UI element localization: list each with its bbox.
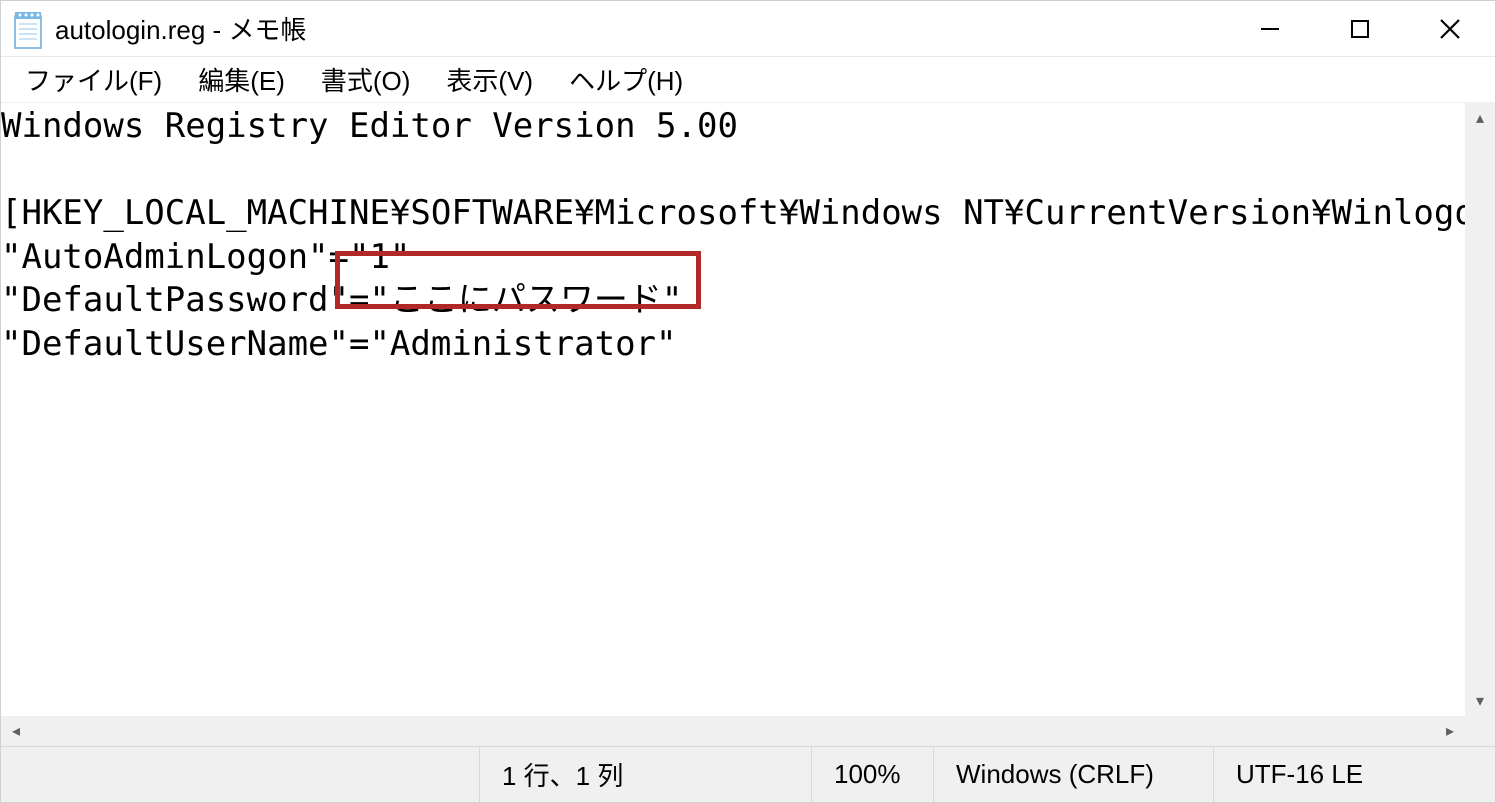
status-line-ending: Windows (CRLF) xyxy=(933,747,1213,802)
minimize-button[interactable] xyxy=(1225,1,1315,56)
window-title: autologin.reg - メモ帳 xyxy=(55,10,1225,47)
menu-edit[interactable]: 編集(E) xyxy=(180,57,303,102)
status-spacer xyxy=(1,747,479,802)
scroll-track[interactable] xyxy=(1465,133,1495,686)
text-line[interactable]: "DefaultUserName"="Administrator" xyxy=(1,324,677,364)
scroll-up-icon[interactable]: ▴ xyxy=(1465,103,1495,133)
text-line[interactable]: [HKEY_LOCAL_MACHINE¥SOFTWARE¥Microsoft¥W… xyxy=(1,193,1495,233)
notepad-icon xyxy=(11,8,45,50)
editor-content[interactable]: Windows Registry Editor Version 5.00 [HK… xyxy=(1,103,1495,366)
scroll-left-icon[interactable]: ◂ xyxy=(1,716,31,746)
notepad-window: autologin.reg - メモ帳 ファイル(F) 編集(E) 書式(O) … xyxy=(0,0,1496,803)
status-encoding: UTF-16 LE xyxy=(1213,747,1495,802)
text-line[interactable]: "DefaultPassword"="ここにパスワード" xyxy=(1,280,682,320)
maximize-button[interactable] xyxy=(1315,1,1405,56)
titlebar: autologin.reg - メモ帳 xyxy=(1,1,1495,57)
vertical-scrollbar[interactable]: ▴ ▾ xyxy=(1465,103,1495,716)
text-line[interactable]: Windows Registry Editor Version 5.00 xyxy=(1,106,738,146)
window-controls xyxy=(1225,1,1495,56)
text-line[interactable]: "AutoAdminLogon"="1" xyxy=(1,237,410,277)
scroll-corner xyxy=(1465,716,1495,746)
status-zoom: 100% xyxy=(811,747,933,802)
menu-help[interactable]: ヘルプ(H) xyxy=(551,57,701,102)
horizontal-scrollbar[interactable]: ◂ ▸ xyxy=(1,716,1495,746)
scroll-down-icon[interactable]: ▾ xyxy=(1465,686,1495,716)
status-cursor-position: 1 行、1 列 xyxy=(479,747,811,802)
menu-file[interactable]: ファイル(F) xyxy=(7,57,180,102)
menubar: ファイル(F) 編集(E) 書式(O) 表示(V) ヘルプ(H) xyxy=(1,57,1495,103)
menu-view[interactable]: 表示(V) xyxy=(428,57,551,102)
scroll-right-icon[interactable]: ▸ xyxy=(1435,716,1465,746)
hscroll-track[interactable] xyxy=(31,716,1435,746)
statusbar: 1 行、1 列 100% Windows (CRLF) UTF-16 LE xyxy=(1,746,1495,802)
menu-format[interactable]: 書式(O) xyxy=(303,57,429,102)
close-button[interactable] xyxy=(1405,1,1495,56)
editor-area[interactable]: Windows Registry Editor Version 5.00 [HK… xyxy=(1,103,1495,716)
